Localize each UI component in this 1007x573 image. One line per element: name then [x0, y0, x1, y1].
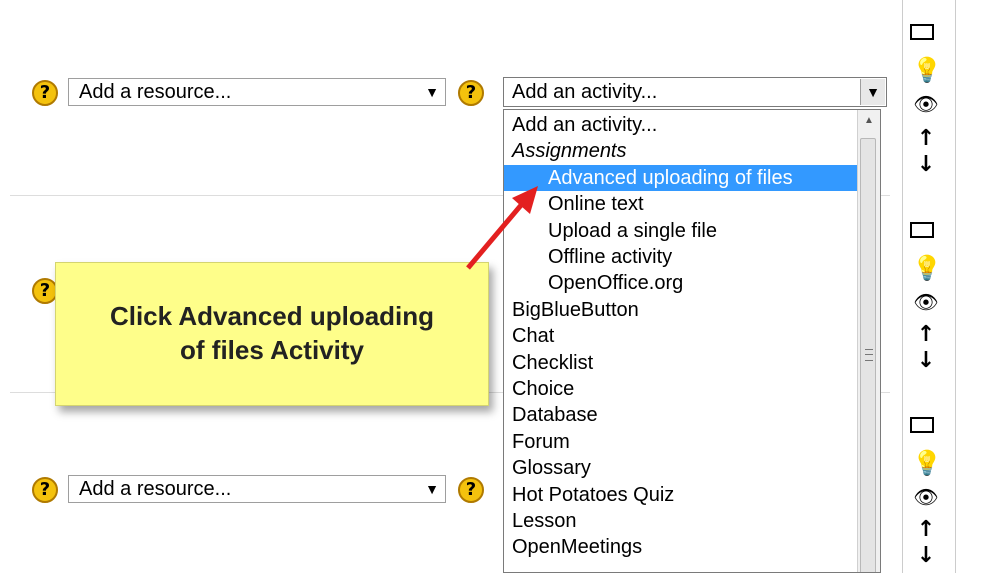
course-editing-page: ? Add a resource... ▼ ? Add an activity.…	[0, 0, 1007, 573]
callout-arrow	[466, 186, 538, 270]
